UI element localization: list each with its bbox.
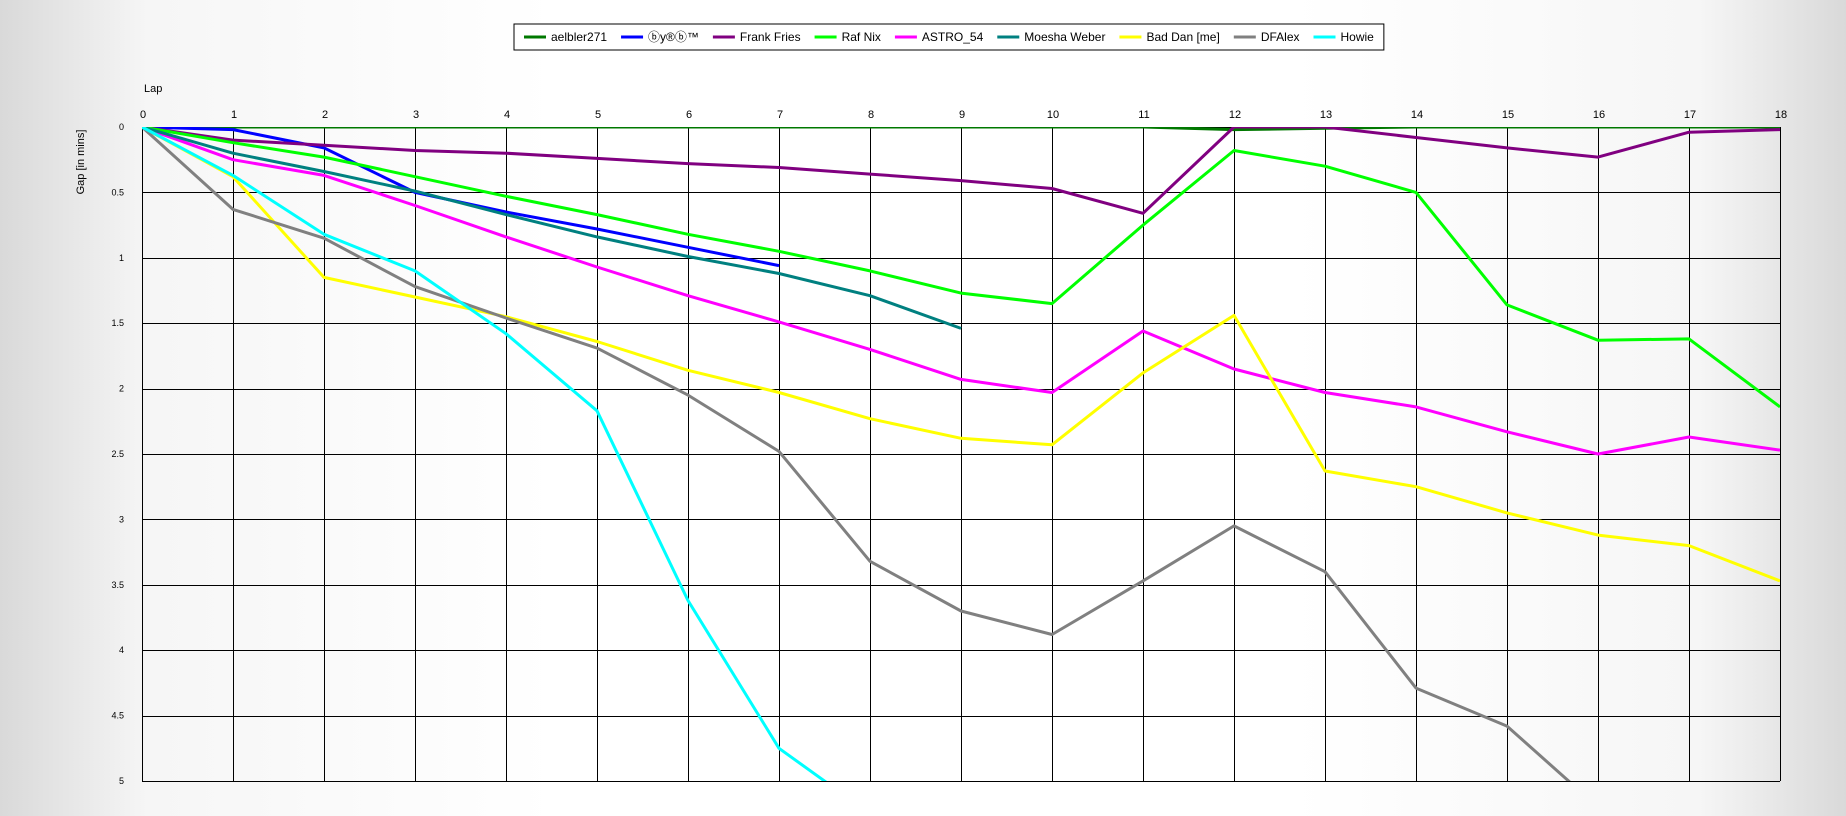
- x-tick-label: 17: [1684, 109, 1696, 121]
- y-tick-label: 2.5: [111, 449, 124, 459]
- y-tick-label: 0: [119, 122, 124, 132]
- series-line-unnamed: [142, 127, 780, 268]
- legend-label-raf-nix: Raf Nix: [842, 30, 881, 44]
- legend-label-unnamed: ⓑу®ⓑ™: [648, 30, 699, 44]
- x-tick-label: 14: [1411, 109, 1423, 121]
- x-tick-label: 18: [1775, 109, 1787, 121]
- y-tick-label: 0.5: [111, 187, 124, 197]
- legend-label-dfalex: DFAlex: [1261, 30, 1300, 44]
- x-tick-label: 12: [1229, 109, 1241, 121]
- y-tick-label: 3: [119, 514, 124, 524]
- x-tick-label: 6: [686, 109, 692, 121]
- x-tick-label: 10: [1047, 109, 1059, 121]
- y-tick-label: 4: [119, 645, 124, 655]
- legend-label-howie: Howie: [1341, 30, 1375, 44]
- x-tick-label: 7: [777, 109, 783, 121]
- x-tick-label: 16: [1593, 109, 1605, 121]
- x-tick-label: 5: [595, 109, 601, 121]
- legend-label-moesha-weber: Moesha Weber: [1024, 30, 1105, 44]
- x-tick-label: 15: [1502, 109, 1514, 121]
- x-tick-label: 2: [322, 109, 328, 121]
- legend-label-astro-54: ASTRO_54: [922, 30, 984, 44]
- y-tick-label: 1: [119, 253, 124, 263]
- x-axis-label: Lap: [144, 83, 162, 95]
- gap-chart: aelbler271 ⓑу®ⓑ™ Frank Fries Raf Nix ASTRO_5…: [0, 0, 1846, 816]
- y-tick-labels: 0 0.5 1 1.5 2 2.5 3 3.5 4 4.5 5: [111, 122, 124, 786]
- x-tick-label: 1: [231, 109, 237, 121]
- y-tick-label: 2: [119, 384, 124, 394]
- y-tick-label: 3.5: [111, 580, 124, 590]
- x-tick-label: 8: [868, 109, 874, 121]
- grid: [142, 127, 1781, 782]
- x-tick-label: 9: [959, 109, 965, 121]
- y-tick-label: 1.5: [111, 318, 124, 328]
- x-tick-label: 0: [140, 109, 146, 121]
- x-tick-label: 3: [413, 109, 419, 121]
- y-tick-label: 5: [119, 776, 124, 786]
- legend: aelbler271 ⓑу®ⓑ™ Frank Fries Raf Nix ASTRO_5…: [513, 23, 1385, 51]
- x-tick-label: 4: [504, 109, 510, 121]
- y-tick-label: 4.5: [111, 711, 124, 721]
- x-tick-label: 13: [1320, 109, 1332, 121]
- x-tick-label: 11: [1138, 109, 1149, 121]
- y-axis-label: Gap [in mins]: [75, 130, 87, 195]
- legend-label-aelbler271: aelbler271: [551, 30, 607, 44]
- legend-label-bad-dan-me: Bad Dan [me]: [1146, 30, 1219, 44]
- gap-chart-svg: aelbler271 ⓑу®ⓑ™ Frank Fries Raf Nix ASTRO_5…: [75, 23, 1787, 786]
- legend-label-frank-fries: Frank Fries: [740, 30, 801, 44]
- x-tick-labels: 0 1 2 3 4 5 6 7 8 9 10 11 12 13 14 15 16 17 18: [140, 109, 1787, 121]
